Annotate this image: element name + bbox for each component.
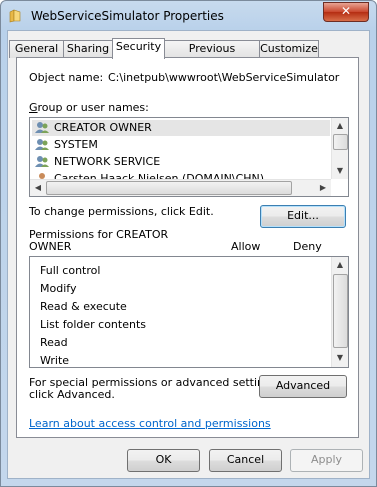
scroll-up-arrow-icon[interactable]: ▲ (332, 257, 348, 273)
list-item[interactable]: CREATOR OWNER (32, 120, 330, 136)
permission-item: Read & execute (40, 300, 127, 313)
group-label: Group or user names: (29, 101, 149, 114)
advanced-button[interactable]: Advanced (259, 375, 347, 398)
cancel-button[interactable]: Cancel (209, 449, 282, 472)
allow-column-header: Allow (231, 240, 261, 253)
ok-button[interactable]: OK (127, 449, 200, 472)
group-list-hscrollbar[interactable]: ◀ ▶ (30, 179, 331, 196)
scroll-thumb[interactable] (46, 181, 292, 195)
tab-customize[interactable]: Customize (259, 40, 319, 58)
scroll-left-arrow-icon[interactable]: ◀ (30, 180, 46, 196)
scroll-thumb[interactable] (333, 134, 348, 150)
scroll-thumb[interactable] (333, 274, 348, 348)
users-icon (35, 139, 49, 150)
permission-item: Modify (40, 282, 77, 295)
tab-sharing[interactable]: Sharing (63, 40, 113, 58)
scroll-up-arrow-icon[interactable]: ▲ (332, 118, 348, 134)
folder-icon (9, 9, 21, 23)
object-name-value: C:\inetpub\wwwroot\WebServiceSimulator (108, 71, 340, 84)
deny-column-header: Deny (293, 240, 322, 253)
tab-general[interactable]: General (9, 40, 64, 58)
group-list[interactable]: CREATOR OWNER SYSTEM NETWORK SERVICE Car… (29, 117, 349, 197)
list-item[interactable]: NETWORK SERVICE (32, 154, 330, 170)
object-name-label: Object name: (29, 71, 104, 84)
edit-button[interactable]: Edit... (260, 205, 346, 228)
close-button[interactable]: ✕ (323, 2, 369, 22)
apply-button[interactable]: Apply (290, 449, 363, 472)
security-tab-panel: Object name: C:\inetpub\wwwroot\WebServi… (16, 57, 359, 438)
users-icon (35, 122, 49, 133)
permissions-vscrollbar[interactable]: ▲ ▼ (331, 257, 348, 367)
users-icon (35, 156, 49, 167)
permission-item: Write (40, 354, 70, 367)
change-permissions-text: To change permissions, click Edit. (29, 205, 214, 218)
group-label-text: roup or user names: (37, 101, 149, 114)
scroll-right-arrow-icon[interactable]: ▶ (315, 180, 331, 196)
title-bar[interactable]: WebServiceSimulator Properties ✕ (1, 1, 376, 31)
group-name: SYSTEM (54, 138, 98, 151)
group-name: CREATOR OWNER (54, 121, 152, 134)
permission-item: Full control (40, 264, 101, 277)
window-title: WebServiceSimulator Properties (31, 9, 224, 23)
permissions-list[interactable]: Full control Modify Read & execute List … (29, 256, 349, 368)
scroll-down-arrow-icon[interactable]: ▼ (332, 163, 348, 179)
permissions-for-label-line2: OWNER (29, 240, 72, 253)
permission-item: Read (40, 336, 68, 349)
group-list-vscrollbar[interactable]: ▲ ▼ (331, 118, 348, 179)
list-item[interactable]: SYSTEM (32, 137, 330, 153)
permission-item: List folder contents (40, 318, 146, 331)
special-permissions-text-line2: click Advanced. (29, 388, 115, 401)
learn-access-control-link[interactable]: Learn about access control and permissio… (29, 417, 271, 430)
scroll-down-arrow-icon[interactable]: ▼ (332, 350, 348, 366)
group-name: NETWORK SERVICE (54, 155, 161, 168)
tab-previous-versions[interactable]: Previous Versions (164, 40, 260, 71)
tab-security[interactable]: Security (112, 38, 165, 59)
